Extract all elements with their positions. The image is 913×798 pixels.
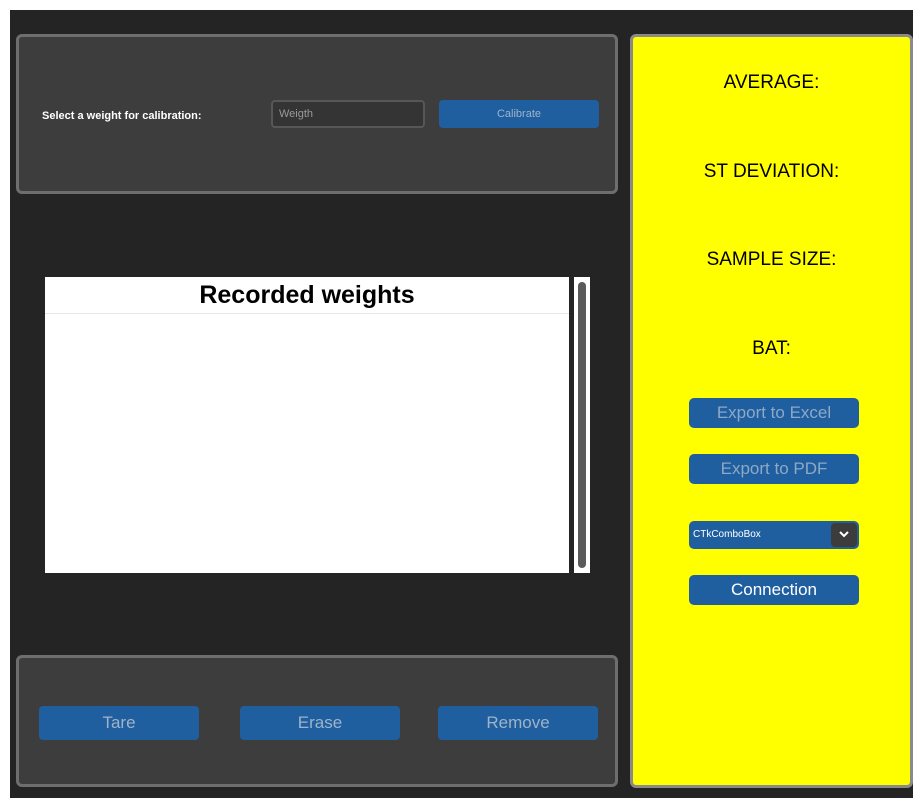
scrollbar-thumb[interactable]	[578, 282, 586, 568]
calibration-label: Select a weight for calibration:	[42, 110, 202, 122]
combobox-value: CTkComboBox	[693, 529, 761, 540]
export-excel-button[interactable]: Export to Excel	[689, 398, 859, 428]
connection-button[interactable]: Connection	[689, 575, 859, 605]
sample-size-label: SAMPLE SIZE:	[706, 249, 837, 270]
chevron-down-icon[interactable]	[831, 523, 857, 547]
remove-button[interactable]: Remove	[438, 706, 598, 740]
erase-button[interactable]: Erase	[240, 706, 400, 740]
st-deviation-label: ST DEVIATION:	[703, 161, 840, 182]
stats-panel: AVERAGE: ST DEVIATION: SAMPLE SIZE: BAT:…	[630, 34, 913, 788]
recorded-weights-title: Recorded weights	[45, 277, 569, 314]
calibrate-button[interactable]: Calibrate	[439, 100, 599, 128]
device-combobox[interactable]: CTkComboBox	[689, 521, 859, 549]
battery-label: BAT:	[752, 338, 791, 359]
recorded-weights-list[interactable]: Recorded weights	[45, 277, 569, 573]
app-window: Select a weight for calibration: Calibra…	[10, 10, 913, 798]
weight-input[interactable]	[271, 100, 425, 128]
actions-frame: Tare Erase Remove	[16, 655, 618, 787]
calibration-frame: Select a weight for calibration: Calibra…	[16, 34, 618, 194]
recorded-weights-scrollbar[interactable]	[574, 277, 590, 573]
export-pdf-button[interactable]: Export to PDF	[689, 454, 859, 484]
average-label: AVERAGE:	[723, 72, 820, 93]
tare-button[interactable]: Tare	[39, 706, 199, 740]
